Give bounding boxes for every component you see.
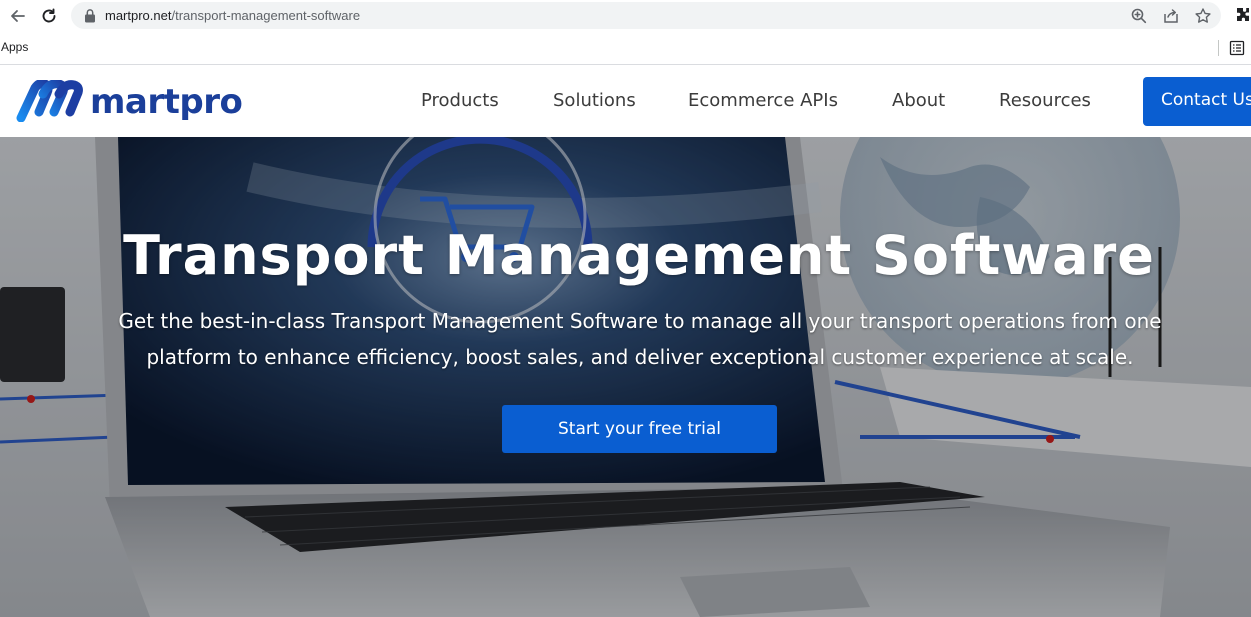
extensions-icon[interactable]: [1233, 5, 1251, 25]
hero-subtitle: Get the best-in-class Transport Manageme…: [118, 309, 1162, 369]
contact-us-button[interactable]: Contact Us: [1143, 77, 1251, 126]
start-free-trial-button[interactable]: Start your free trial: [502, 405, 777, 453]
lock-icon[interactable]: [83, 8, 97, 23]
back-icon[interactable]: [7, 5, 29, 27]
address-bar[interactable]: martpro.net/transport-management-softwar…: [71, 2, 1221, 29]
nav-solutions[interactable]: Solutions: [553, 90, 636, 111]
nav-resources[interactable]: Resources: [999, 90, 1091, 111]
reload-icon[interactable]: [38, 5, 60, 27]
hero-background-image: [0, 137, 1251, 617]
site-header: martpro Products Solutions Ecommerce API…: [0, 66, 1251, 137]
star-icon[interactable]: [1193, 6, 1213, 26]
share-icon[interactable]: [1161, 6, 1181, 26]
logo-text: martpro: [90, 82, 243, 122]
logo-mark-icon: [16, 80, 83, 122]
url-text: martpro.net/transport-management-softwar…: [105, 8, 361, 23]
apps-bookmark[interactable]: Apps: [1, 40, 28, 54]
browser-toolbar: martpro.net/transport-management-softwar…: [0, 0, 1251, 32]
bookmarks-divider: [1218, 40, 1219, 56]
hero-section: Transport Management Software Get the be…: [0, 137, 1251, 617]
nav-products[interactable]: Products: [421, 90, 499, 111]
martpro-logo[interactable]: martpro: [15, 78, 243, 124]
zoom-icon[interactable]: [1129, 6, 1149, 26]
nav-about[interactable]: About: [892, 90, 945, 111]
bookmarks-bar: Apps: [0, 32, 1251, 65]
reading-list-icon[interactable]: [1229, 40, 1245, 56]
hero-title: Transport Management Software: [123, 224, 1155, 287]
nav-ecommerce-apis[interactable]: Ecommerce APIs: [688, 90, 838, 111]
